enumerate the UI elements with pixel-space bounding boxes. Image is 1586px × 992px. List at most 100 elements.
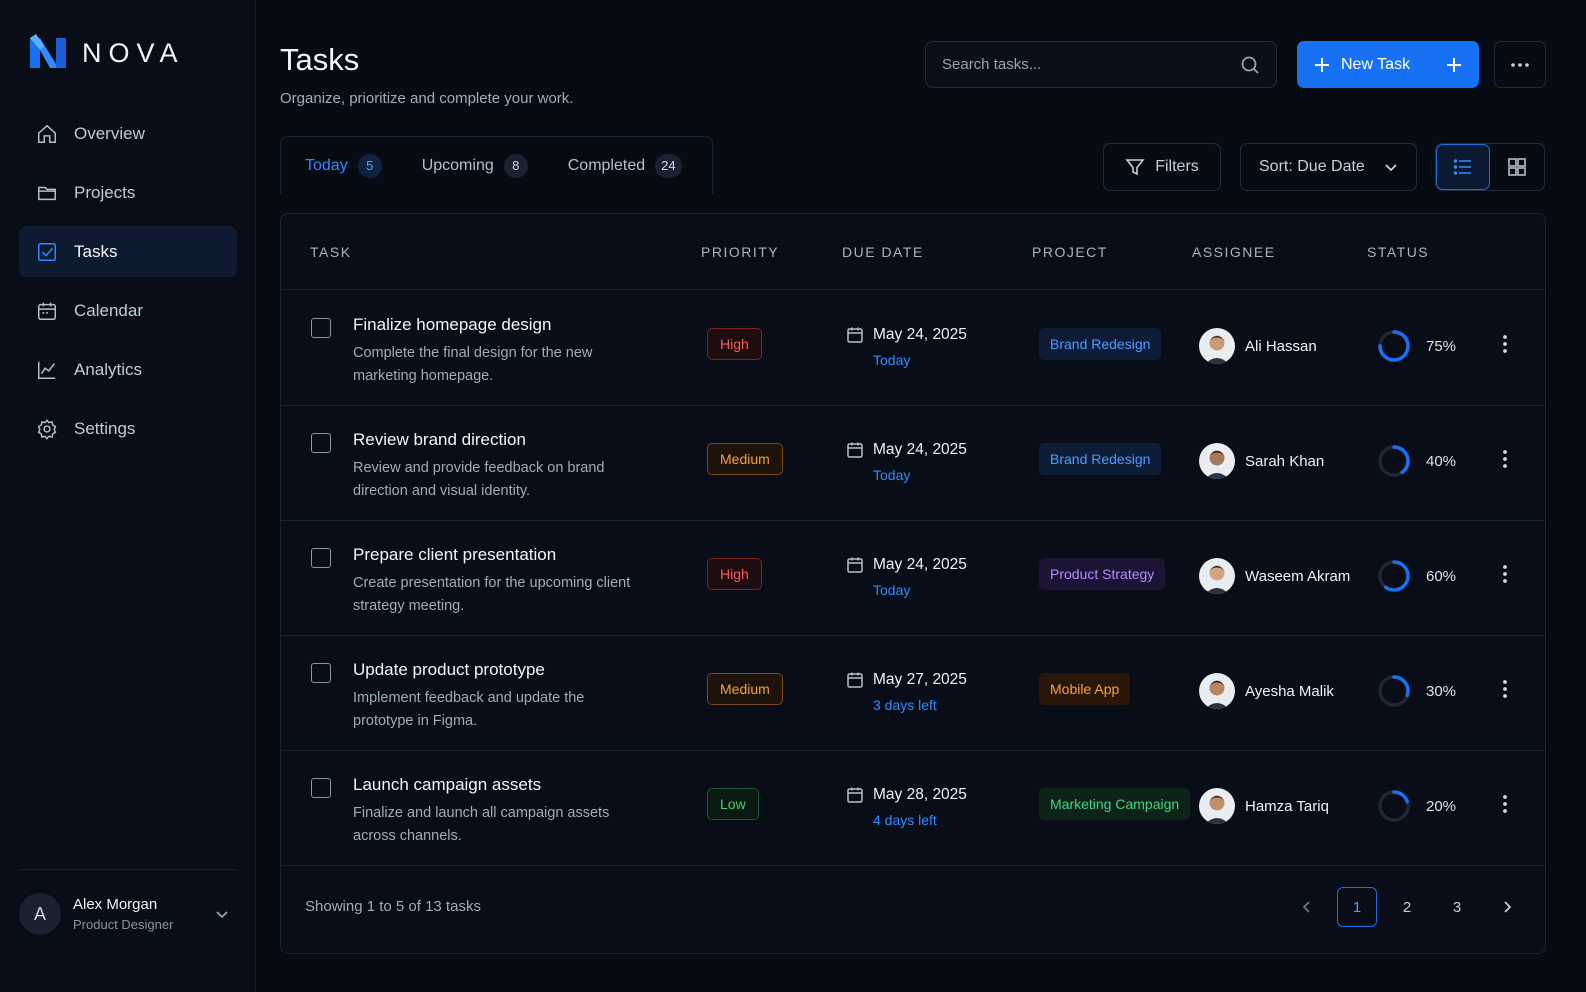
tab-completed[interactable]: Completed 24 <box>568 153 682 178</box>
column-header-status: STATUS <box>1367 244 1430 260</box>
sidebar-item-analytics[interactable]: Analytics <box>19 344 237 395</box>
tab-upcoming[interactable]: Upcoming 8 <box>421 153 528 178</box>
home-icon <box>38 124 56 143</box>
column-header-priority: PRIORITY <box>701 244 780 260</box>
row-menu-button[interactable] <box>1493 677 1517 701</box>
table-row[interactable]: Finalize homepage design Complete the fin… <box>281 290 1545 406</box>
sidebar-divider <box>19 869 237 870</box>
tab-label: Upcoming <box>421 156 494 174</box>
task-checkbox[interactable] <box>311 778 331 798</box>
status-percent: 20% <box>1426 797 1457 815</box>
prev-page-button[interactable] <box>1287 887 1327 927</box>
priority-badge: High <box>707 558 762 590</box>
task-checkbox[interactable] <box>311 318 331 338</box>
task-checkbox[interactable] <box>311 433 331 453</box>
due-date: May 24, 2025 <box>873 326 967 343</box>
logo[interactable]: NOVA <box>28 34 185 72</box>
project-tag[interactable]: Product Strategy <box>1039 558 1166 590</box>
row-menu-button[interactable] <box>1493 447 1517 471</box>
progress-ring <box>1378 560 1410 592</box>
brand-name: NOVA <box>82 37 185 68</box>
task-checkbox[interactable] <box>311 548 331 568</box>
task-description: Finalize and launch all campaign assets … <box>353 805 610 844</box>
priority-badge: Medium <box>707 673 783 705</box>
page-title: Tasks <box>280 42 360 77</box>
task-title[interactable]: Launch campaign assets <box>353 775 541 795</box>
sidebar-item-overview[interactable]: Overview <box>19 108 237 159</box>
calendar-icon <box>847 787 863 803</box>
row-menu-button[interactable] <box>1493 562 1517 586</box>
pagination-summary: Showing 1 to 5 of 13 tasks <box>305 898 481 915</box>
tab-label: Today <box>305 156 348 174</box>
assignee[interactable]: Ali Hassan <box>1199 328 1317 364</box>
assignee-name: Hamza Tariq <box>1245 797 1329 815</box>
sidebar-item-projects[interactable]: Projects <box>19 167 237 218</box>
page-button-3[interactable]: 3 <box>1437 887 1477 927</box>
sidebar-item-tasks[interactable]: Tasks <box>19 226 237 277</box>
project-tag[interactable]: Marketing Campaign <box>1039 788 1191 820</box>
chart-icon <box>38 361 56 379</box>
due-date: May 24, 2025 <box>873 556 967 573</box>
list-icon <box>1453 159 1471 175</box>
search-input[interactable] <box>942 56 1240 73</box>
sidebar: NOVA Overview Projects Tasks Calendar An… <box>0 0 256 992</box>
project-tag[interactable]: Brand Redesign <box>1039 328 1162 360</box>
task-checkbox[interactable] <box>311 663 331 683</box>
task-title[interactable]: Review brand direction <box>353 430 526 450</box>
due-date: May 24, 2025 <box>873 441 967 458</box>
project-tag[interactable]: Mobile App <box>1039 673 1131 705</box>
column-header-assignee: ASSIGNEE <box>1192 244 1276 260</box>
sidebar-item-settings[interactable]: Settings <box>19 403 237 454</box>
grid-view-button[interactable] <box>1490 144 1544 190</box>
task-title[interactable]: Prepare client presentation <box>353 545 556 565</box>
next-page-button[interactable] <box>1487 887 1527 927</box>
due-relative: Today <box>873 352 911 368</box>
nova-logo-icon <box>30 34 66 68</box>
chevron-down-icon <box>1385 164 1397 172</box>
table-row[interactable]: Prepare client presentation Create presen… <box>281 520 1545 636</box>
search-icon[interactable] <box>1240 55 1260 75</box>
view-toggle <box>1435 143 1545 191</box>
list-view-button[interactable] <box>1436 144 1491 190</box>
table-row[interactable]: Update product prototype Implement feedba… <box>281 635 1545 751</box>
table-header: TASK PRIORITY DUE DATE PROJECT ASSIGNEE … <box>281 214 1545 290</box>
grid-icon <box>1508 158 1526 176</box>
page-button-2[interactable]: 2 <box>1387 887 1427 927</box>
table-row[interactable]: Launch campaign assets Finalize and launc… <box>281 750 1545 866</box>
table-row[interactable]: Review brand direction Review and provide… <box>281 405 1545 521</box>
chevron-right-icon <box>1504 901 1512 913</box>
assignee[interactable]: Sarah Khan <box>1199 443 1324 479</box>
avatar <box>1199 328 1235 364</box>
progress-ring <box>1378 675 1410 707</box>
due-relative: 3 days left <box>873 697 937 713</box>
count-badge: 24 <box>655 153 682 178</box>
sidebar-item-calendar[interactable]: Calendar <box>19 285 237 336</box>
user-menu[interactable]: A Alex Morgan Product Designer <box>19 892 237 936</box>
search-box <box>925 41 1277 88</box>
folder-icon <box>38 186 56 200</box>
task-tabs: Today 5 Upcoming 8 Completed 24 <box>280 136 713 194</box>
tab-today[interactable]: Today 5 <box>305 153 382 178</box>
assignee[interactable]: Hamza Tariq <box>1199 788 1329 824</box>
task-title[interactable]: Finalize homepage design <box>353 315 551 335</box>
assignee[interactable]: Ayesha Malik <box>1199 673 1334 709</box>
new-task-button[interactable]: New Task <box>1297 41 1479 88</box>
priority-badge: Medium <box>707 443 783 475</box>
task-title[interactable]: Update product prototype <box>353 660 545 680</box>
row-menu-button[interactable] <box>1493 792 1517 816</box>
filters-label: Filters <box>1155 158 1199 175</box>
assignee[interactable]: Waseem Akram <box>1199 558 1350 594</box>
more-options-button[interactable] <box>1494 41 1546 88</box>
row-menu-button[interactable] <box>1493 332 1517 356</box>
status-progress: 20% <box>1376 788 1456 824</box>
more-vertical-icon <box>1503 565 1507 583</box>
sidebar-nav: Overview Projects Tasks Calendar Analyti… <box>19 108 237 462</box>
page-button-1[interactable]: 1 <box>1337 887 1377 927</box>
project-tag[interactable]: Brand Redesign <box>1039 443 1162 475</box>
filters-button[interactable]: Filters <box>1103 143 1221 191</box>
assignee-name: Sarah Khan <box>1245 452 1325 470</box>
more-vertical-icon <box>1503 795 1507 813</box>
avatar <box>1199 443 1235 479</box>
sidebar-item-label: Tasks <box>74 241 118 261</box>
sort-dropdown[interactable]: Sort: Due Date <box>1240 143 1417 191</box>
